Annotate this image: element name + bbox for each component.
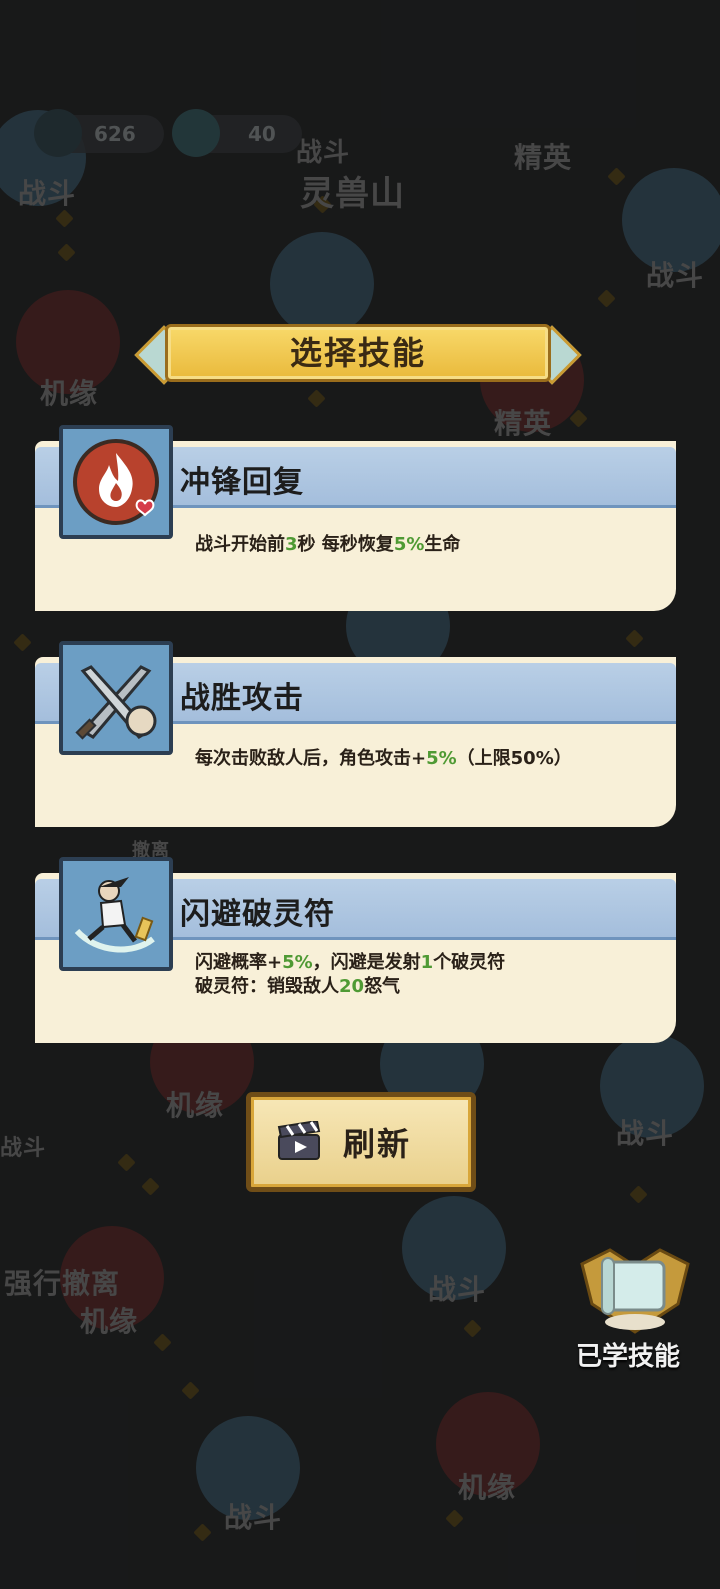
description-text: 每次击败敌人后，角色攻击+ <box>195 748 427 769</box>
highlight-value: 1 <box>420 952 434 973</box>
highlight-value: 5% <box>393 534 425 555</box>
clapperboard-icon <box>277 1119 323 1165</box>
description-text: 战斗开始前 <box>195 534 285 555</box>
skill-description-line: 战斗开始前3秒 每秒恢复5%生命 <box>195 533 460 557</box>
highlight-value: 5% <box>282 952 313 973</box>
learned-skills-label: 已学技能 <box>576 1342 681 1372</box>
skill-card[interactable]: 闪避破灵符 闪避概率+5%，闪避是发射1个破灵符 破灵符：销毁敌人20怒气 <box>35 857 676 1043</box>
scroll-icon <box>574 1244 696 1344</box>
description-text: 破灵符：销毁敌人 <box>195 976 339 997</box>
skill-name: 闪避破灵符 <box>180 897 335 932</box>
description-text: 个破灵符 <box>433 952 506 973</box>
skill-description: 战斗开始前3秒 每秒恢复5%生命 <box>195 533 460 557</box>
highlight-value: 20 <box>339 976 365 997</box>
description-text: ，闪避是发射 <box>312 952 421 973</box>
skill-description: 每次击败敌人后，角色攻击+5%（上限50%） <box>195 747 572 771</box>
description-text: （上限50%） <box>456 748 572 769</box>
dialog-title: 选择技能 <box>289 334 426 372</box>
highlight-value: 5% <box>426 748 457 769</box>
description-text: 生命 <box>424 534 461 555</box>
refresh-button[interactable]: 刷新 <box>246 1092 476 1192</box>
dodging-ninja-talisman-icon <box>59 857 173 971</box>
refresh-label: 刷新 <box>343 1125 412 1163</box>
skill-description-line: 闪避概率+5%，闪避是发射1个破灵符 <box>195 951 505 975</box>
description-text: 怒气 <box>364 976 401 997</box>
skill-description-line: 破灵符：销毁敌人20怒气 <box>195 975 505 999</box>
skill-card[interactable]: 冲锋回复 战斗开始前3秒 每秒恢复5%生命 <box>35 425 676 611</box>
skill-name: 冲锋回复 <box>180 465 304 500</box>
skill-description: 闪避概率+5%，闪避是发射1个破灵符 破灵符：销毁敌人20怒气 <box>195 951 505 999</box>
learned-skills-button[interactable]: 已学技能 <box>570 1244 700 1374</box>
description-text: 秒 每秒恢复 <box>297 534 394 555</box>
crossed-swords-fist-icon <box>59 641 173 755</box>
title-banner: 选择技能 <box>134 320 582 385</box>
description-text: 闪避概率+ <box>195 952 283 973</box>
skill-name: 战胜攻击 <box>180 681 304 716</box>
highlight-value: 3 <box>285 534 298 555</box>
fire-heart-icon <box>59 425 173 539</box>
skill-card[interactable]: 战胜攻击 每次击败敌人后，角色攻击+5%（上限50%） <box>35 641 676 827</box>
skill-description-line: 每次击败敌人后，角色攻击+5%（上限50%） <box>195 747 572 771</box>
